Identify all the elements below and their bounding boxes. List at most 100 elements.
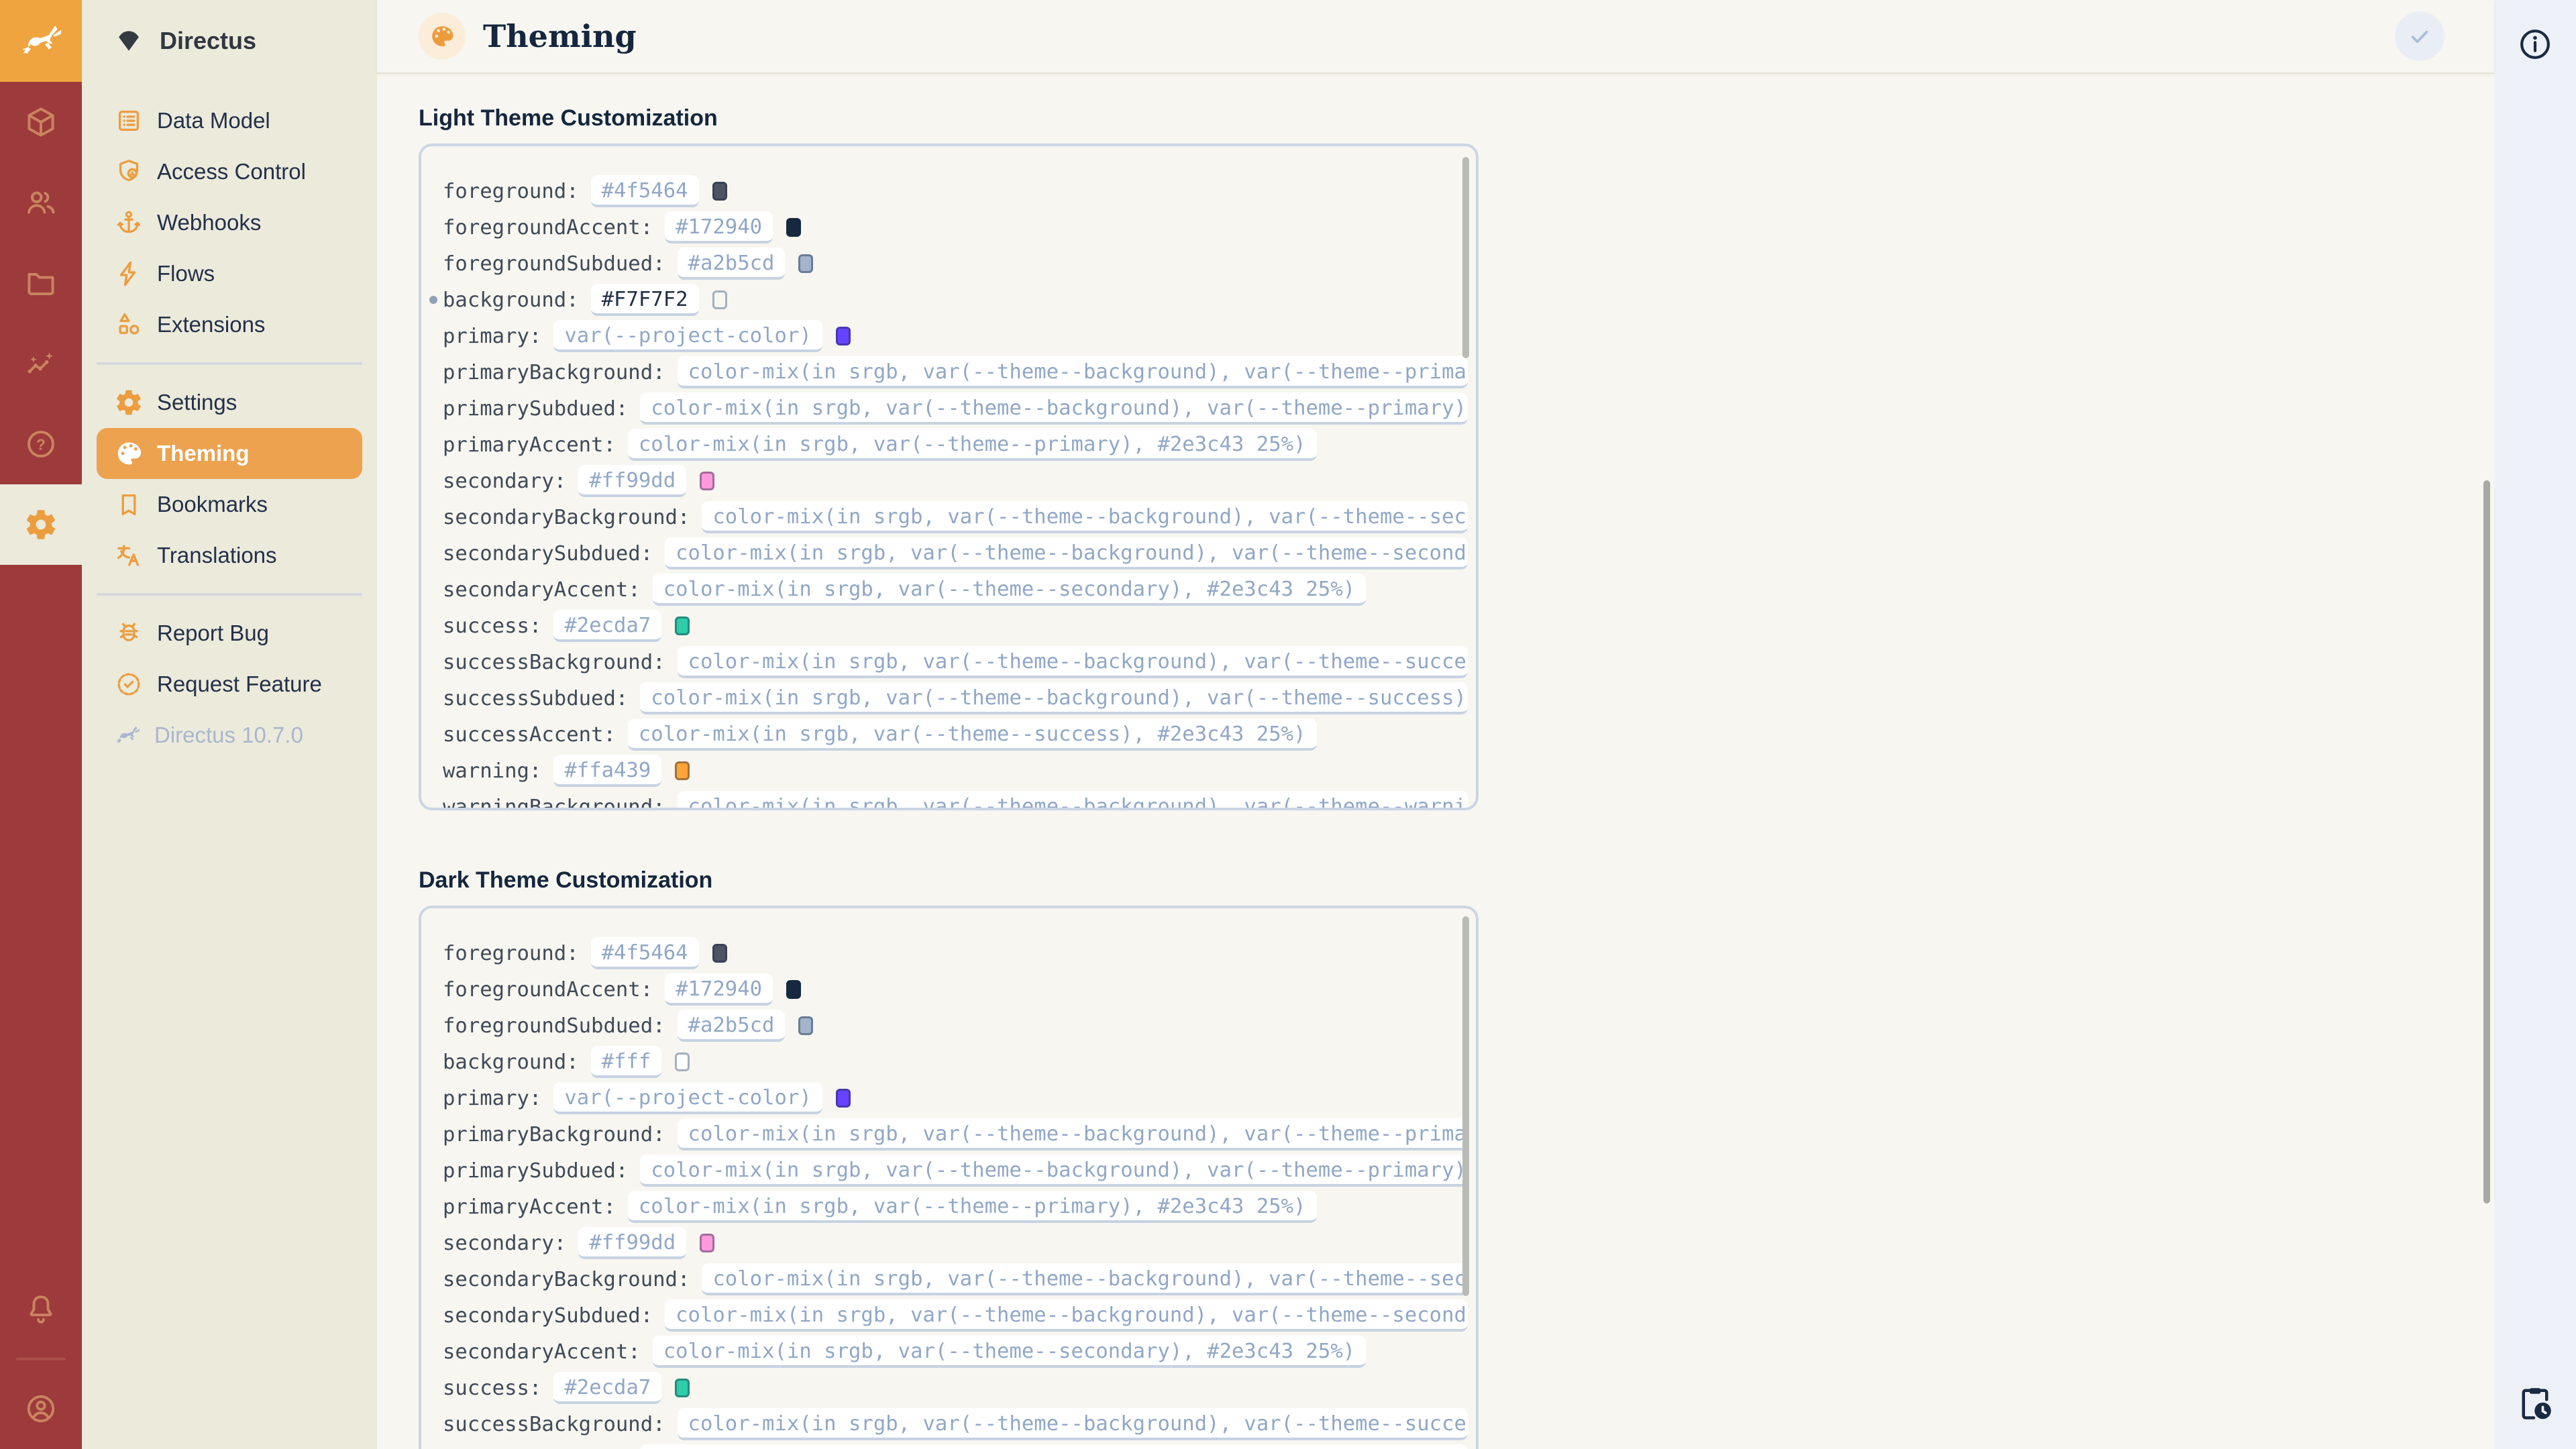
sidebar-item-translations[interactable]: Translations — [97, 530, 362, 581]
theme-value-input[interactable]: color-mix(in srgb, var(--theme--backgrou… — [678, 791, 1468, 810]
theme-value-input[interactable]: color-mix(in srgb, var(--theme--backgrou… — [678, 1118, 1468, 1150]
rabbit-logo-icon — [18, 23, 64, 59]
theme-value-input[interactable]: #172940 — [665, 211, 773, 244]
theme-row-secondarySubdued: secondarySubdued:color-mix(in srgb, var(… — [443, 1297, 1468, 1334]
theme-value-input[interactable]: color-mix(in srgb, var(--theme--primary)… — [628, 429, 1317, 461]
theme-key: successAccent: — [443, 723, 616, 747]
shield-user-icon — [114, 157, 144, 186]
module-insights[interactable] — [0, 323, 82, 404]
module-content[interactable] — [0, 82, 82, 162]
info-button[interactable] — [2508, 17, 2562, 71]
theme-key: primarySubdued: — [443, 1159, 628, 1183]
theme-value-input[interactable]: color-mix(in srgb, var(--theme--backgrou… — [640, 1444, 1468, 1449]
theme-row-primary: primary: var(--project-color) — [443, 1080, 1468, 1116]
sidebar-item-bookmarks[interactable]: Bookmarks — [97, 479, 362, 530]
theme-value-input[interactable]: color-mix(in srgb, var(--theme--secondar… — [653, 1336, 1366, 1368]
theme-value-input[interactable]: color-mix(in srgb, var(--theme--success)… — [628, 718, 1317, 751]
theme-value-input[interactable]: #ff99dd — [578, 465, 686, 497]
theme-value-input[interactable]: var(--project-color) — [553, 1082, 822, 1114]
theme-value-input[interactable]: #4f5464 — [591, 937, 699, 969]
theme-value-input[interactable]: color-mix(in srgb, var(--theme--backgrou… — [665, 1299, 1468, 1332]
sidebar-item-settings[interactable]: Settings — [97, 377, 362, 428]
scrollbar-thumb[interactable] — [1462, 916, 1469, 1296]
theme-value-input[interactable]: color-mix(in srgb, var(--theme--backgrou… — [702, 1263, 1468, 1295]
theme-key: success: — [443, 1377, 541, 1400]
module-bar-divider — [16, 1358, 66, 1360]
theme-value-input[interactable]: #F7F7F2 — [591, 284, 699, 316]
sidebar-item-access-control[interactable]: Access Control — [97, 146, 362, 197]
light-theme-heading: Light Theme Customization — [419, 105, 2494, 131]
theme-key: successBackground: — [443, 651, 665, 674]
theme-key: secondary: — [443, 1232, 566, 1255]
theme-value-input[interactable]: color-mix(in srgb, var(--theme--backgrou… — [678, 646, 1468, 678]
clipboard-clock-icon[interactable] — [2508, 1377, 2562, 1430]
theme-value-input[interactable]: var(--project-color) — [553, 320, 822, 352]
module-users[interactable] — [0, 162, 82, 243]
sidebar-item-label: Report Bug — [157, 621, 269, 646]
module-account[interactable] — [0, 1368, 82, 1449]
directus-logo-button[interactable] — [0, 0, 82, 82]
theme-value-input[interactable]: #ff99dd — [578, 1227, 686, 1259]
bug-icon — [114, 619, 144, 648]
theme-row-primaryAccent: primaryAccent:color-mix(in srgb, var(--t… — [443, 427, 1468, 463]
theme-value-input[interactable]: color-mix(in srgb, var(--theme--backgrou… — [640, 1155, 1468, 1187]
theme-row-primarySubdued: primarySubdued: color-mix(in srgb, var(--… — [443, 1152, 1468, 1189]
sidebar-item-request-feature[interactable]: Request Feature — [97, 659, 362, 710]
theme-value-input[interactable]: #fff — [591, 1046, 662, 1078]
theme-value-input[interactable]: color-mix(in srgb, var(--theme--secondar… — [653, 574, 1366, 606]
module-bar: ? — [0, 0, 82, 1449]
theme-row-foregroundAccent: foregroundAccent:#172940 — [443, 209, 1468, 246]
color-swatch — [712, 182, 727, 201]
theme-value-input[interactable]: color-mix(in srgb, var(--theme--backgrou… — [640, 392, 1468, 425]
theme-value-input[interactable]: color-mix(in srgb, var(--theme--backgrou… — [640, 682, 1468, 714]
sidebar-divider — [97, 593, 362, 596]
sidebar-item-theming[interactable]: Theming — [97, 428, 362, 479]
theme-value-input[interactable]: #a2b5cd — [678, 1010, 786, 1042]
color-swatch — [798, 254, 813, 273]
theme-key: successSubdued: — [443, 687, 628, 710]
module-docs[interactable]: ? — [0, 404, 82, 484]
module-bar-bottom — [0, 1269, 82, 1449]
theme-value-input[interactable]: color-mix(in srgb, var(--theme--backgrou… — [678, 1408, 1468, 1440]
theme-key: primary: — [443, 1087, 541, 1110]
theme-key: successBackground: — [443, 1413, 665, 1436]
theme-value-input[interactable]: #ffa439 — [553, 755, 661, 787]
theme-value-input[interactable]: color-mix(in srgb, var(--theme--backgrou… — [702, 501, 1468, 533]
sidebar-divider — [97, 362, 362, 365]
sidebar-item-extensions[interactable]: Extensions — [97, 299, 362, 350]
sidebar-item-data-model[interactable]: Data Model — [97, 95, 362, 146]
gear-icon — [114, 388, 144, 417]
anchor-icon — [114, 208, 144, 237]
theme-value-input[interactable]: #2ecda7 — [553, 1372, 661, 1404]
module-files[interactable] — [0, 243, 82, 323]
help-icon: ? — [23, 427, 58, 462]
app-version: Directus 10.7.0 — [97, 710, 362, 761]
sidebar-item-label: Data Model — [157, 108, 270, 133]
sidebar-item-webhooks[interactable]: Webhooks — [97, 197, 362, 248]
theme-value-input[interactable]: #2ecda7 — [553, 610, 661, 642]
theme-value-input[interactable]: #4f5464 — [591, 175, 699, 207]
save-button[interactable] — [2395, 11, 2445, 61]
palette-icon — [114, 439, 144, 468]
theme-row-primaryBackground: primaryBackground:color-mix(in srgb, var… — [443, 354, 1468, 390]
theme-row-successSubdued: successSubdued:color-mix(in srgb, var(--… — [443, 1442, 1468, 1449]
theme-value-input[interactable]: #a2b5cd — [678, 248, 786, 280]
page-title: Theming — [483, 18, 637, 54]
version-label: Directus 10.7.0 — [154, 722, 303, 748]
page-scrollbar-thumb[interactable] — [2483, 480, 2490, 1203]
theme-row-secondaryAccent: secondaryAccent:color-mix(in srgb, var(-… — [443, 572, 1468, 608]
sidebar-item-label: Webhooks — [157, 210, 261, 235]
module-notifications[interactable] — [0, 1269, 82, 1350]
theme-value-input[interactable]: color-mix(in srgb, var(--theme--primary)… — [628, 1191, 1317, 1223]
sidebar-item-report-bug[interactable]: Report Bug — [97, 608, 362, 659]
theme-row-successSubdued: successSubdued: color-mix(in srgb, var(--… — [443, 680, 1468, 716]
theme-value-input[interactable]: color-mix(in srgb, var(--theme--backgrou… — [678, 356, 1468, 388]
theme-value-input[interactable]: #172940 — [665, 973, 773, 1006]
theme-value-input[interactable]: color-mix(in srgb, var(--theme--backgrou… — [665, 537, 1468, 570]
bookmark-icon — [114, 490, 144, 519]
project-switcher[interactable]: Directus — [82, 0, 377, 82]
theme-row-primarySubdued: primarySubdued:color-mix(in srgb, var(--… — [443, 390, 1468, 427]
sidebar-item-flows[interactable]: Flows — [97, 248, 362, 299]
module-settings[interactable] — [0, 484, 82, 565]
scrollbar-thumb[interactable] — [1462, 157, 1469, 358]
